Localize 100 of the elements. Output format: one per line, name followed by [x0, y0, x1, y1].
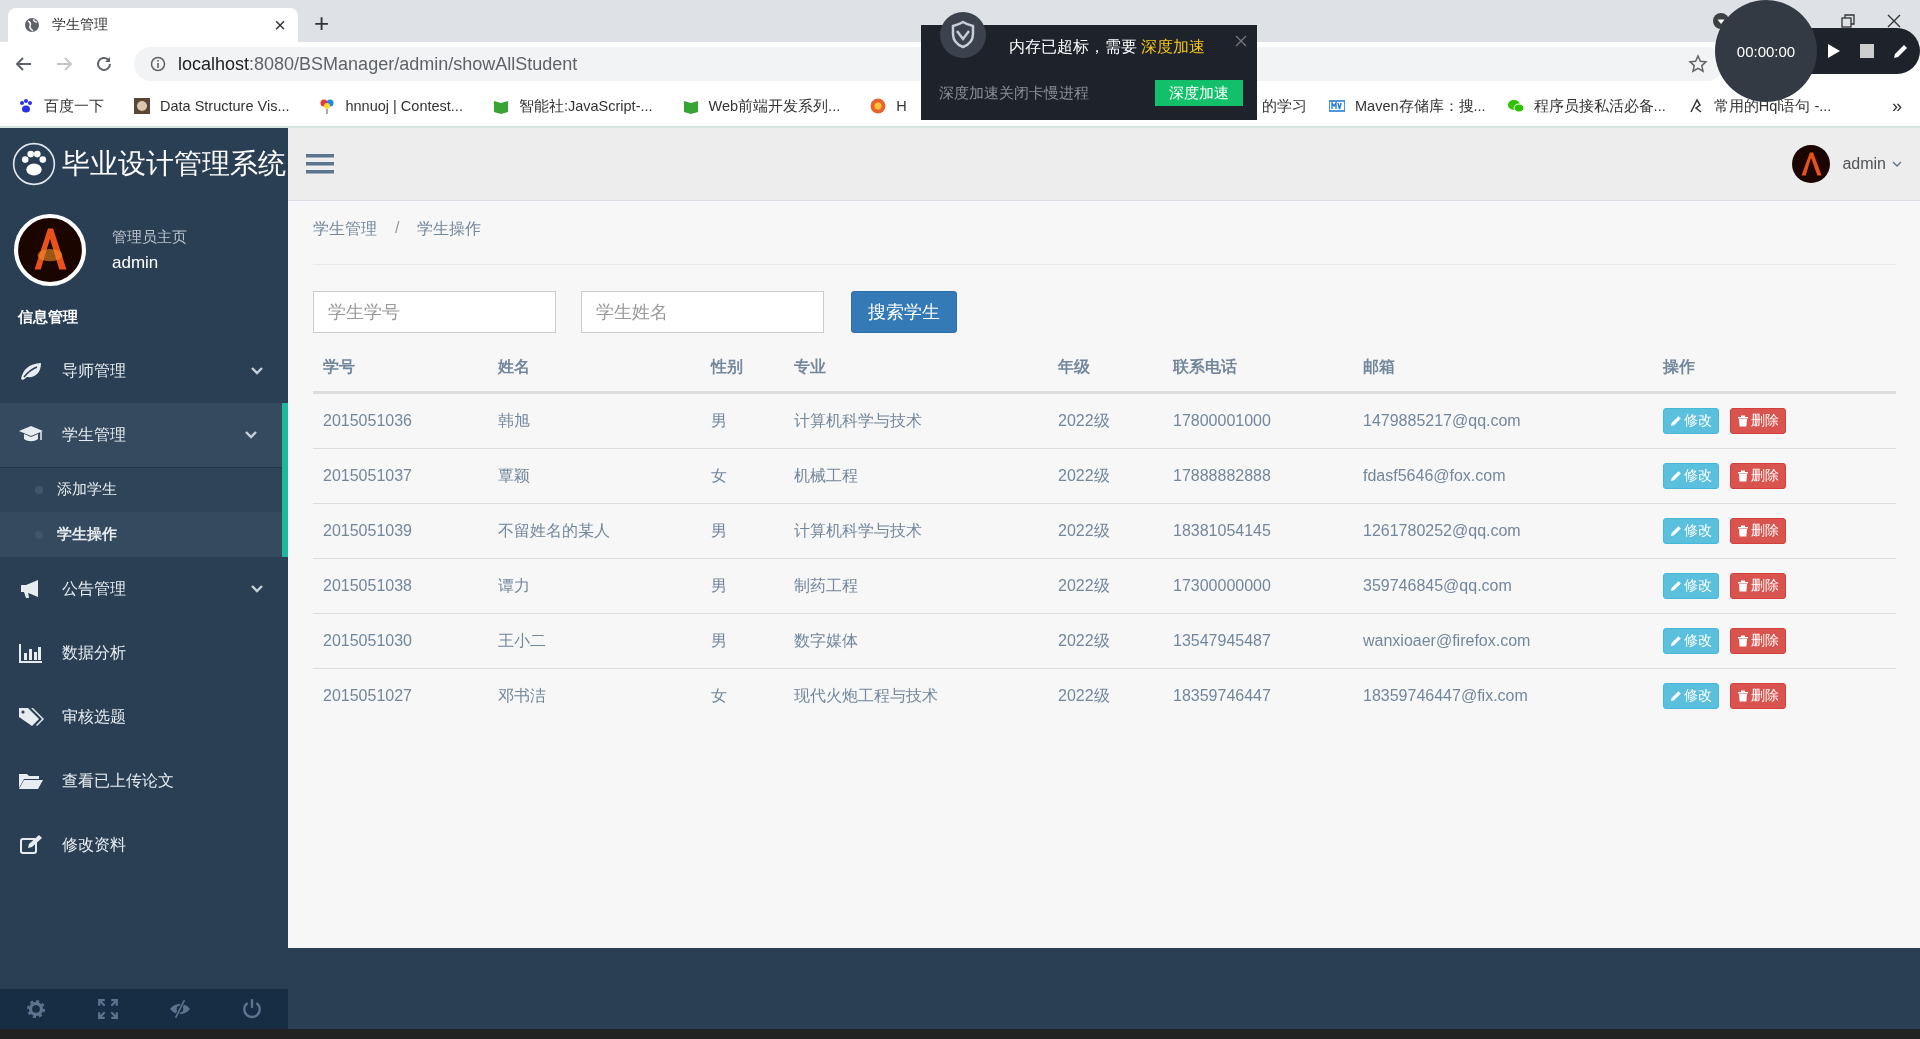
caret-icon	[1892, 161, 1902, 167]
student-id-field[interactable]: 学生学号	[313, 291, 556, 333]
badge-icon	[1329, 98, 1345, 114]
trash-icon	[1737, 580, 1749, 592]
menu-icon[interactable]	[306, 153, 334, 175]
hook-icon	[1687, 98, 1704, 114]
table-cell-text: 不留姓名的某人	[497, 520, 611, 541]
close-window-icon[interactable]	[1886, 13, 1902, 29]
menu-item[interactable]: 导师管理	[0, 339, 288, 403]
new-tab-button[interactable]: +	[314, 8, 330, 38]
menu-item[interactable]: 数据分析	[0, 621, 288, 685]
column-header: 操作	[1661, 357, 1696, 377]
fullscreen-icon[interactable]	[97, 998, 119, 1020]
trash-icon	[1737, 635, 1749, 647]
table-cell-text: wanxioaer@firefox.com	[1362, 632, 1532, 650]
table-cell-text: 数字媒体	[793, 630, 859, 651]
submenu-item[interactable]: 学生操作	[0, 512, 282, 557]
delete-button[interactable]: 删除	[1730, 408, 1786, 434]
star-icon[interactable]	[1688, 54, 1708, 74]
column-header: 专业	[793, 357, 827, 377]
pencil-icon	[1670, 635, 1682, 647]
book-icon	[682, 98, 699, 114]
chevron-down-icon	[250, 584, 264, 594]
popup-subtitle: 深度加速关闭卡慢进程	[939, 83, 1089, 103]
url-text: localhost:8080/BSManager/admin/showAllStudent	[178, 53, 579, 75]
chevron-down-icon	[244, 430, 258, 440]
bookmark[interactable]: Web前端开发系列...	[682, 96, 841, 116]
paw-logo-icon	[12, 142, 56, 186]
tab-title: 学生管理	[52, 16, 109, 34]
paw-icon	[18, 98, 34, 114]
table-cell-text: 男	[710, 575, 728, 596]
delete-button[interactable]: 删除	[1730, 683, 1786, 709]
app-title[interactable]: 毕业设计管理系统	[62, 145, 286, 183]
restore-icon[interactable]	[1840, 13, 1856, 29]
folder-icon	[18, 771, 44, 791]
power-icon[interactable]	[241, 998, 263, 1020]
column-header: 姓名	[496, 357, 531, 377]
bookmark[interactable]: 百度一下	[18, 96, 104, 116]
table-cell-text: 2022级	[1057, 465, 1111, 486]
bookmark[interactable]: Maven存储库：搜...	[1329, 95, 1486, 117]
table-cell-text: 2015051027	[322, 687, 413, 705]
popup-message: 内存已超标，需要 深度加速	[1009, 37, 1206, 57]
menu-item[interactable]: 查看已上传论文	[0, 749, 288, 813]
table-cell-text: 男	[710, 410, 728, 431]
reload-icon[interactable]	[94, 54, 114, 74]
settings-icon[interactable]	[25, 998, 47, 1020]
close-icon[interactable]	[1235, 35, 1247, 47]
table-cell-text: 2015051030	[322, 632, 413, 650]
table-cell-text: 邓书洁	[497, 685, 547, 706]
breadcrumb-link[interactable]: 学生管理	[313, 219, 377, 240]
pencil-icon	[1670, 415, 1682, 427]
table-cell-text: 韩旭	[497, 410, 531, 431]
table-cell-text: 女	[710, 465, 728, 486]
shield-icon	[939, 11, 987, 59]
table-cell-text: 王小二	[497, 630, 547, 651]
menu-item[interactable]: 修改资料	[0, 813, 288, 877]
eye-slash-icon[interactable]	[169, 998, 191, 1020]
info-icon[interactable]	[150, 56, 166, 72]
table-cell-text: 17300000000	[1172, 577, 1272, 595]
table-cell-text: 2022级	[1057, 630, 1111, 651]
table-cell-text: 2015051036	[322, 412, 413, 430]
column-header: 学号	[322, 357, 356, 377]
table-cell-text: 2022级	[1057, 520, 1111, 541]
submenu-item[interactable]: 添加学生	[0, 467, 282, 512]
menu-item[interactable]: 公告管理	[0, 557, 288, 621]
bookmark[interactable]: H	[870, 96, 907, 116]
table-cell-text: 18359746447	[1172, 687, 1272, 705]
chevron-down-icon	[250, 366, 264, 376]
menu-item[interactable]: 学生管理	[0, 403, 282, 467]
table-cell-text: 男	[710, 520, 728, 541]
bookmark[interactable]: hnnuoj | Contest...	[319, 96, 463, 116]
bookmark[interactable]: Data Structure Vis...	[134, 96, 290, 116]
stop-icon[interactable]	[1859, 43, 1875, 59]
profile-role: 管理员主页	[112, 227, 187, 247]
trash-icon	[1737, 470, 1749, 482]
table-cell-text: 1479885217@qq.com	[1362, 412, 1522, 430]
more-bookmarks-button[interactable]: »	[1892, 95, 1902, 117]
profile-name: admin	[112, 252, 160, 273]
browser-tab[interactable]: 学生管理 ×	[8, 8, 298, 42]
user-menu[interactable]: admin	[1792, 145, 1902, 183]
delete-button[interactable]: 删除	[1730, 573, 1786, 599]
menu-item[interactable]: 审核选题	[0, 685, 288, 749]
bookmark[interactable]: 智能社:JavaScript-...	[492, 96, 653, 116]
delete-button[interactable]: 删除	[1730, 463, 1786, 489]
student-name-field[interactable]: 学生姓名	[581, 291, 824, 333]
table-cell-text: 2015051038	[322, 577, 413, 595]
close-tab-button[interactable]: ×	[274, 13, 286, 37]
bookmark[interactable]: 的学习	[1262, 95, 1307, 117]
delete-button[interactable]: 删除	[1730, 628, 1786, 654]
table-cell-text: 17800001000	[1172, 412, 1272, 430]
breadcrumb-current: 学生操作	[417, 219, 482, 239]
breadcrumb-separator: /	[395, 219, 400, 238]
bar-chart-icon	[18, 643, 44, 663]
column-header: 年级	[1057, 357, 1091, 377]
table-cell-text: 2022级	[1057, 685, 1111, 706]
table-cell-text: 18359746447@fix.com	[1362, 687, 1529, 705]
pencil-icon	[1670, 580, 1682, 592]
bookmark[interactable]: 程序员接私活必备...	[1507, 95, 1666, 117]
search-button[interactable]: 搜索学生	[851, 291, 957, 333]
delete-button[interactable]: 删除	[1730, 518, 1786, 544]
